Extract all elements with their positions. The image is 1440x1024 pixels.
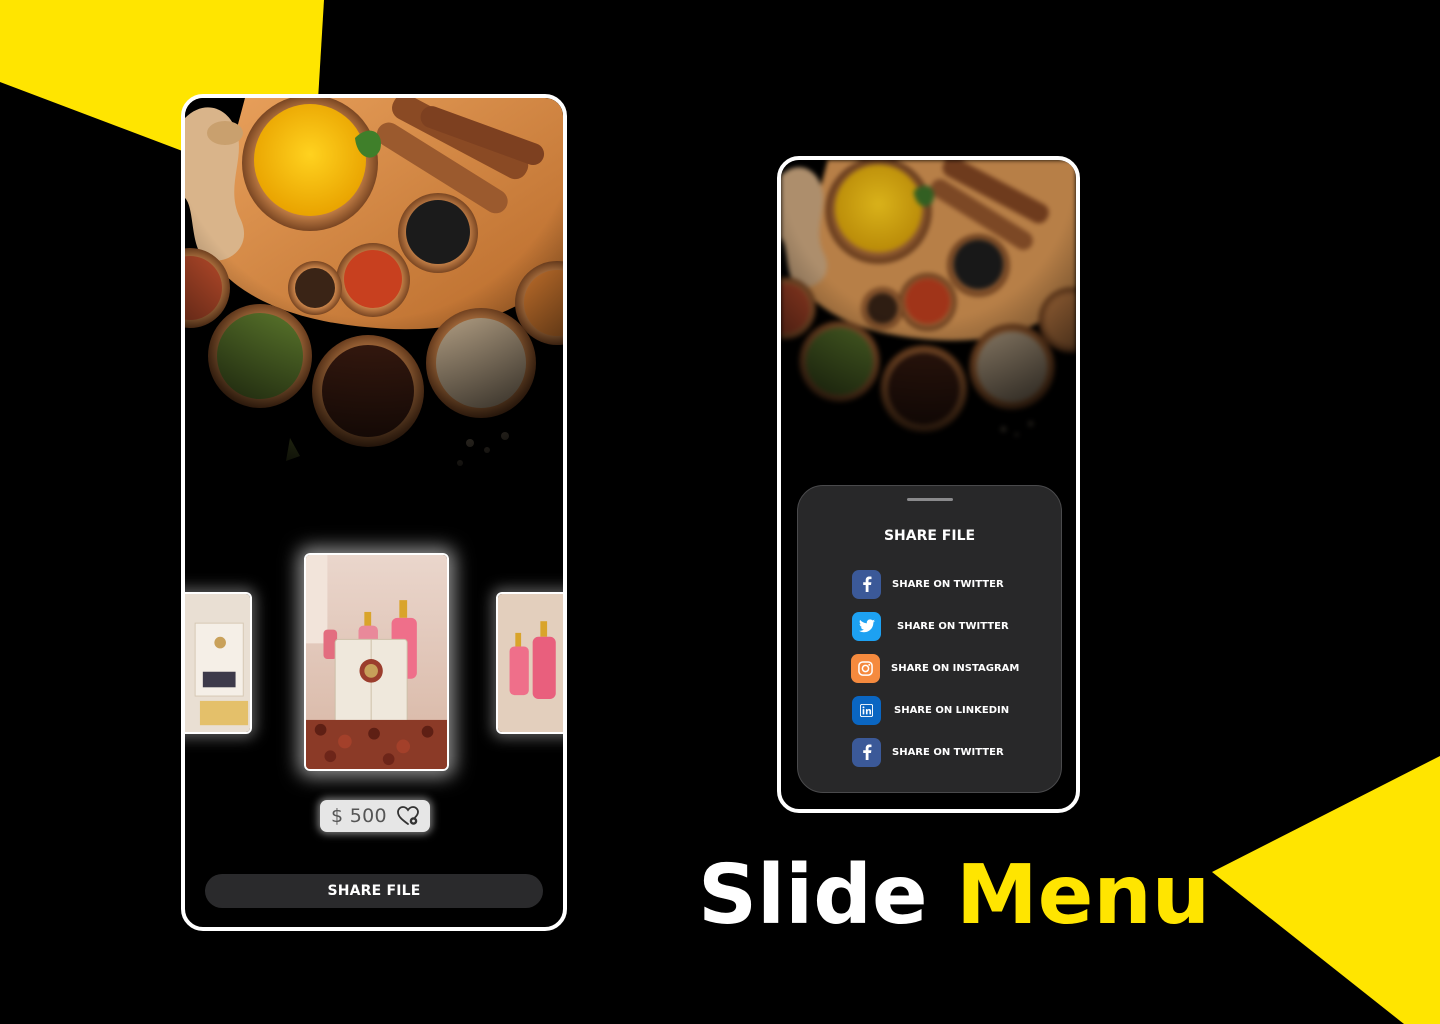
headline-word-slide: Slide bbox=[698, 848, 928, 943]
serum-bottles-image bbox=[498, 594, 563, 732]
soap-and-serum-image bbox=[306, 555, 447, 769]
twitter-icon bbox=[852, 611, 881, 641]
facebook-icon bbox=[852, 569, 881, 599]
carousel-card-right[interactable] bbox=[496, 592, 563, 734]
share-option-label: SHARE ON TWITTER bbox=[892, 578, 1004, 590]
phone-frame-left: $ 500 SHARE FILE bbox=[181, 94, 567, 931]
instagram-icon bbox=[851, 653, 880, 683]
phone-frame-right: SHARE FILE SHARE ON TWITTER SHARE ON TWI… bbox=[777, 156, 1080, 813]
canvas: $ 500 SHARE FILE SHARE FILE SHARE ON TWI… bbox=[0, 0, 1440, 1024]
share-option-facebook-2[interactable]: SHARE ON TWITTER bbox=[852, 737, 1004, 767]
share-sheet: SHARE FILE SHARE ON TWITTER SHARE ON TWI… bbox=[797, 485, 1062, 793]
price-label: $ 500 bbox=[331, 805, 387, 827]
carousel-card-active[interactable] bbox=[304, 553, 449, 771]
carousel-card-left[interactable] bbox=[185, 592, 252, 734]
share-option-twitter[interactable]: SHARE ON TWITTER bbox=[852, 611, 1009, 641]
price-badge[interactable]: $ 500 bbox=[320, 800, 430, 832]
share-option-label: SHARE ON INSTAGRAM bbox=[891, 662, 1020, 674]
spices-hero-image-blurred bbox=[781, 160, 1076, 480]
heart-settings-icon[interactable] bbox=[397, 806, 419, 826]
facebook-icon bbox=[852, 737, 881, 767]
sheet-drag-handle[interactable] bbox=[907, 498, 953, 501]
share-option-label: SHARE ON LINKEDIN bbox=[894, 704, 1010, 716]
spices-hero-image bbox=[185, 98, 563, 498]
linkedin-icon bbox=[852, 695, 881, 725]
share-option-linkedin[interactable]: SHARE ON LINKEDIN bbox=[852, 695, 1009, 725]
share-option-instagram[interactable]: SHARE ON INSTAGRAM bbox=[851, 653, 1019, 683]
share-option-label: SHARE ON TWITTER bbox=[892, 746, 1004, 758]
skincare-box-image bbox=[185, 594, 250, 732]
headline-word-menu: Menu bbox=[956, 848, 1211, 943]
share-option-label: SHARE ON TWITTER bbox=[897, 620, 1009, 632]
yellow-corner-bottom-right bbox=[1212, 756, 1440, 1024]
headline: Slide Menu bbox=[698, 846, 1210, 946]
share-file-button[interactable]: SHARE FILE bbox=[205, 874, 543, 908]
share-option-facebook[interactable]: SHARE ON TWITTER bbox=[852, 569, 1004, 599]
sheet-title: SHARE FILE bbox=[883, 528, 976, 544]
